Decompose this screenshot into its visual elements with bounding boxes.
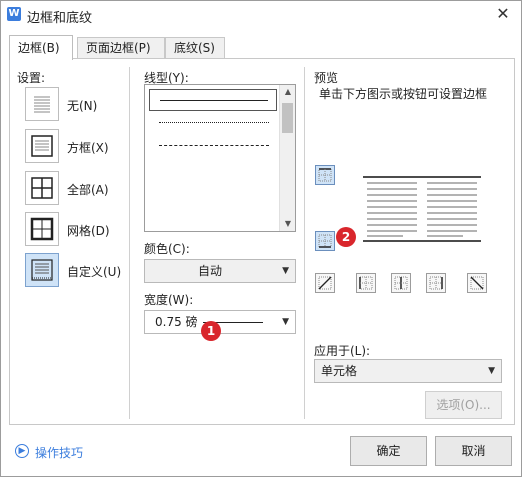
scroll-thumb[interactable] <box>282 103 293 133</box>
top-border-icon <box>318 168 332 182</box>
setting-label: 自定义(U) <box>67 265 122 279</box>
preview-hint: 单击下方图示或按钮可设置边框 <box>319 87 488 101</box>
color-heading: 颜色(C): <box>144 242 190 256</box>
line-style-dotted-fine[interactable] <box>149 112 277 134</box>
all-borders-icon <box>25 171 59 205</box>
diagonal-up-border-button[interactable] <box>315 273 335 293</box>
wps-writer-icon: W <box>7 7 21 21</box>
callout-badge-1: 1 <box>201 321 221 341</box>
setting-all[interactable]: 全部(A) <box>25 171 135 207</box>
color-select[interactable]: 自动 ▼ <box>144 259 296 283</box>
top-border-button[interactable] <box>315 165 335 185</box>
borders-and-shading-dialog: W 边框和底纹 ✕ 边框(B) 页面边框(P) 底纹(S) 设置: 无(N) 方… <box>0 0 522 477</box>
left-border-button[interactable] <box>356 273 376 293</box>
width-heading: 宽度(W): <box>144 293 194 307</box>
setting-custom[interactable]: 自定义(U) <box>25 253 135 289</box>
options-button[interactable]: 选项(O)... <box>425 391 502 419</box>
title-bar: W 边框和底纹 ✕ <box>1 1 521 29</box>
setting-grid[interactable]: 网格(D) <box>25 212 135 248</box>
divider-left <box>129 67 130 419</box>
line-style-list[interactable]: ▲ ▼ <box>144 84 296 232</box>
scroll-up-icon[interactable]: ▲ <box>280 85 295 99</box>
line-style-dash-small[interactable] <box>149 135 277 157</box>
scroll-down-icon[interactable]: ▼ <box>280 217 295 231</box>
apply-to-value: 单元格 <box>321 364 358 378</box>
left-border-icon <box>359 276 373 290</box>
width-value: 0.75 磅 <box>155 315 198 329</box>
setting-label: 网格(D) <box>67 224 110 238</box>
inside-vertical-border-button[interactable] <box>391 273 411 293</box>
diagonal-down-icon <box>470 276 484 290</box>
setting-label: 全部(A) <box>67 183 109 197</box>
line-style-scrollbar[interactable]: ▲ ▼ <box>279 85 295 231</box>
diagonal-down-border-button[interactable] <box>467 273 487 293</box>
border-preview <box>363 176 481 242</box>
setting-label: 无(N) <box>67 99 98 113</box>
setting-label: 方框(X) <box>67 141 109 155</box>
help-icon: ▶ <box>15 444 29 458</box>
setting-box[interactable]: 方框(X) <box>25 129 135 165</box>
divider-right <box>304 67 305 419</box>
bottom-border-icon <box>318 234 332 248</box>
preview-heading: 预览 <box>314 71 339 85</box>
inside-vertical-icon <box>394 276 408 290</box>
tab-shading[interactable]: 底纹(S) <box>165 37 225 59</box>
grid-border-icon <box>25 212 59 246</box>
chevron-down-icon: ▼ <box>282 317 289 327</box>
line-style-solid[interactable] <box>149 89 277 111</box>
chevron-down-icon: ▼ <box>488 366 495 376</box>
none-border-icon <box>25 87 59 121</box>
apply-to-heading: 应用于(L): <box>314 344 371 358</box>
tab-borders[interactable]: 边框(B) <box>9 35 73 60</box>
line-style-dash-dot[interactable] <box>149 181 277 203</box>
tips-link-label: 操作技巧 <box>35 446 84 460</box>
setting-none[interactable]: 无(N) <box>25 87 135 123</box>
right-border-button[interactable] <box>426 273 446 293</box>
custom-border-icon <box>25 253 59 287</box>
apply-to-select[interactable]: 单元格 ▼ <box>314 359 502 383</box>
callout-badge-2: 2 <box>336 227 356 247</box>
tab-page-border[interactable]: 页面边框(P) <box>77 37 165 59</box>
bottom-border-button[interactable] <box>315 231 335 251</box>
cancel-button[interactable]: 取消 <box>435 436 512 466</box>
window-title: 边框和底纹 <box>27 11 93 26</box>
right-border-icon <box>429 276 443 290</box>
diagonal-up-icon <box>318 276 332 290</box>
chevron-down-icon: ▼ <box>282 266 289 276</box>
color-value: 自动 <box>197 264 222 278</box>
box-border-icon <box>25 129 59 163</box>
line-style-dash-dot-dot[interactable] <box>149 204 277 226</box>
close-button[interactable]: ✕ <box>493 4 513 24</box>
ok-button[interactable]: 确定 <box>350 436 427 466</box>
line-style-dash-medium[interactable] <box>149 158 277 180</box>
settings-heading: 设置: <box>17 71 46 85</box>
